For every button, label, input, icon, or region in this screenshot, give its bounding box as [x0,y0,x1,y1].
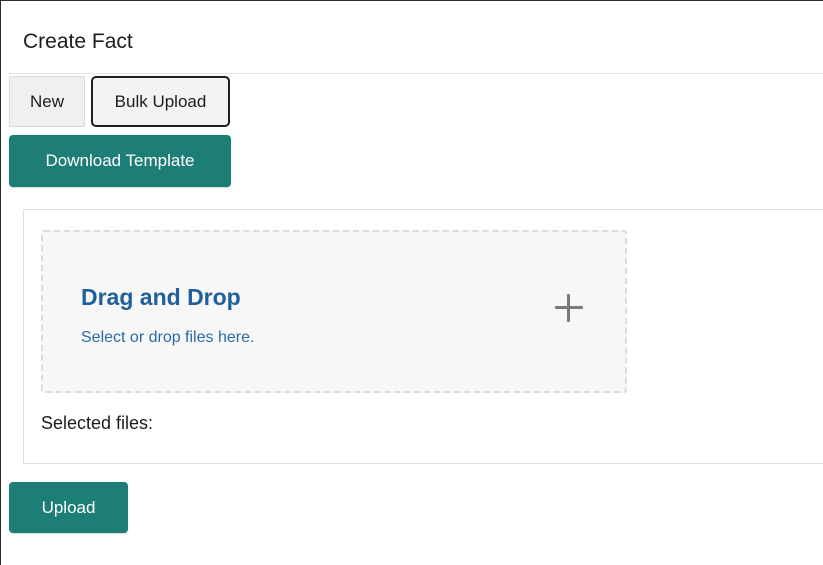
page-title: Create Fact [23,30,133,53]
upload-button[interactable]: Upload [9,482,128,533]
plus-icon[interactable] [555,294,583,322]
file-dropzone[interactable]: Drag and Drop Select or drop files here. [41,230,627,393]
dropzone-hint[interactable]: Select or drop files here. [81,329,254,347]
download-template-button[interactable]: Download Template [9,135,231,187]
create-fact-window: Create Fact New Bulk Upload Download Tem… [0,0,823,565]
tab-bulk-upload[interactable]: Bulk Upload [91,76,230,127]
tab-new[interactable]: New [9,76,85,127]
form-header: Create Fact [9,1,823,74]
dropzone-title: Drag and Drop [81,284,241,310]
selected-files-label: Selected files: [41,413,154,433]
